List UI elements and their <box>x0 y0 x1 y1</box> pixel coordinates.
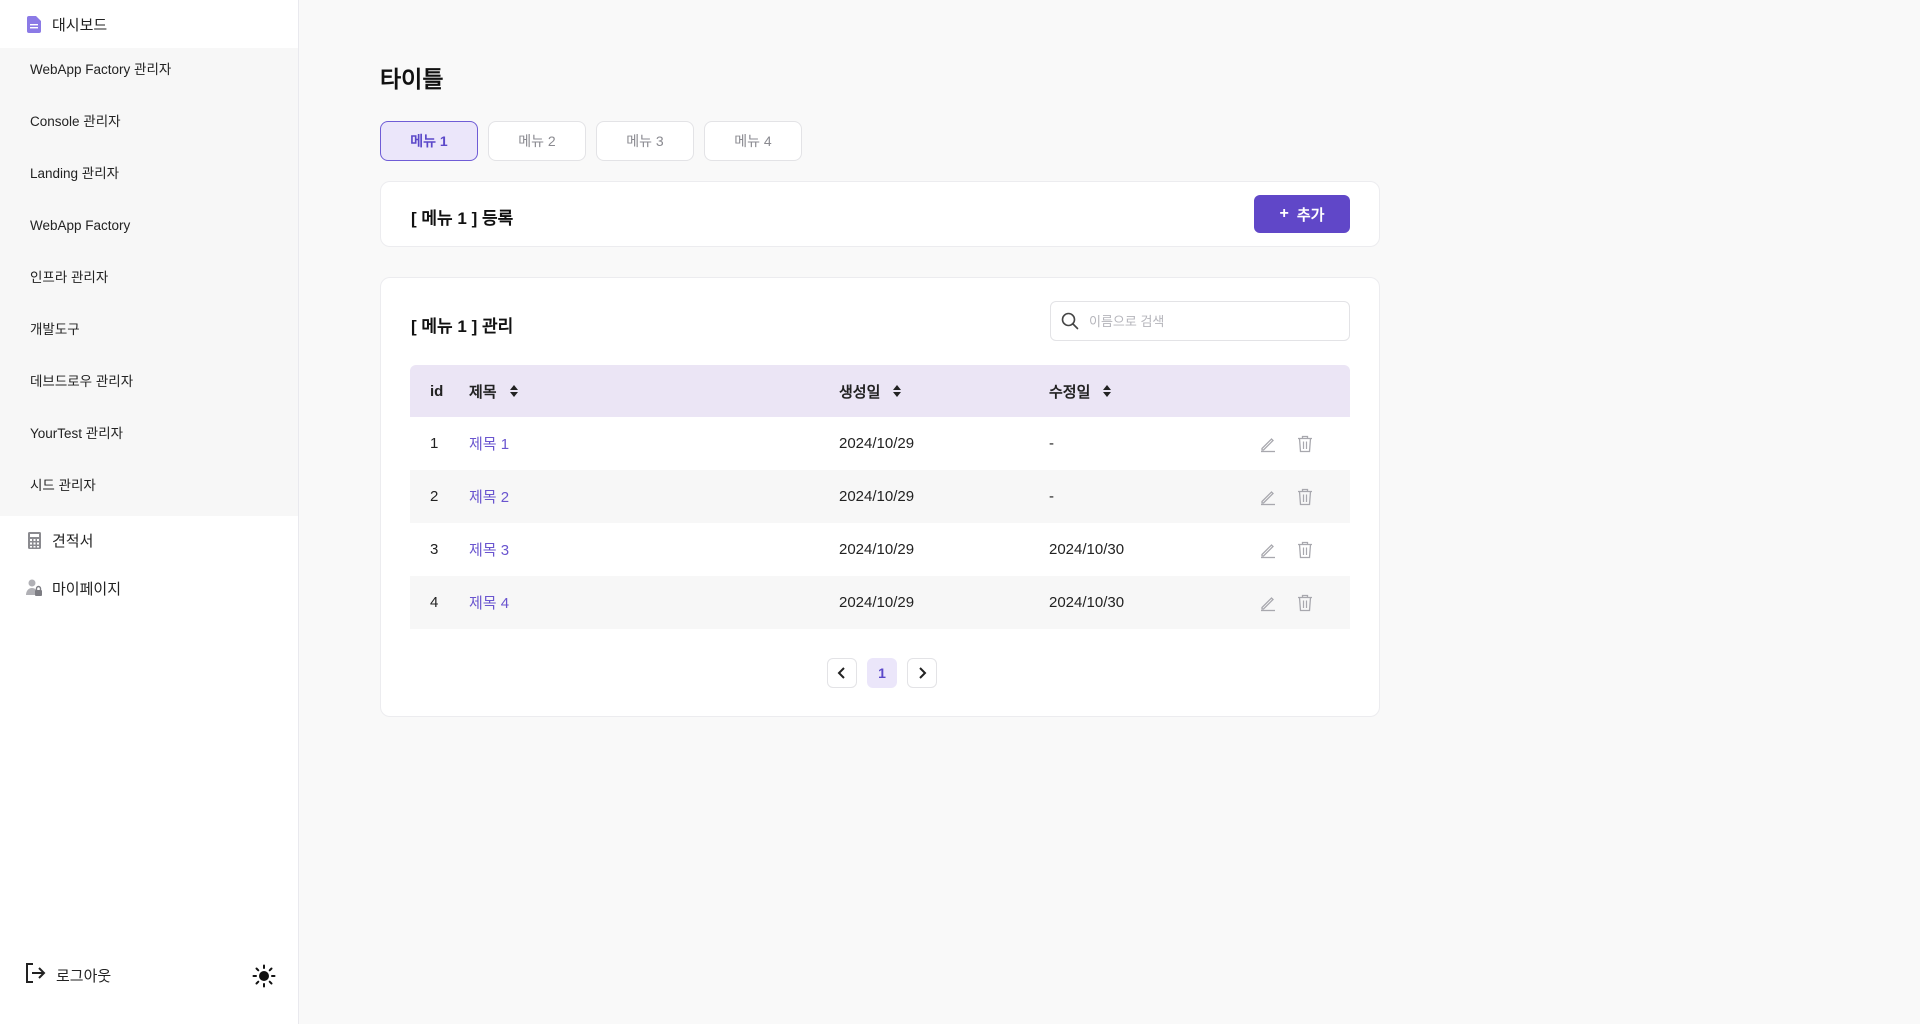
edit-icon[interactable] <box>1259 541 1277 559</box>
sort-icon[interactable] <box>1102 384 1112 398</box>
tab-menu-2[interactable]: 메뉴 2 <box>488 121 586 161</box>
sidebar-subitem-seed-admin[interactable]: 시드 관리자 <box>0 464 298 516</box>
column-header-id: id <box>430 382 444 400</box>
page-title: 타이틀 <box>380 66 444 92</box>
column-header-title[interactable]: 제목 <box>469 381 839 402</box>
table-header: id 제목 생성일 수정일 <box>410 365 1350 417</box>
document-icon <box>26 15 42 33</box>
column-header-label: 생성일 <box>839 383 881 401</box>
user-lock-icon <box>26 579 42 597</box>
data-table: id 제목 생성일 수정일 1 제목 1 2024/10/29 - 2 제목 2… <box>410 365 1350 629</box>
column-header-created[interactable]: 생성일 <box>839 381 1049 402</box>
next-page-button[interactable] <box>907 658 937 688</box>
tab-bar: 메뉴 1 메뉴 2 메뉴 3 메뉴 4 <box>380 121 802 161</box>
title-link[interactable]: 제목 4 <box>469 592 509 613</box>
sidebar-submenu: WebApp Factory 관리자 Console 관리자 Landing 관… <box>0 48 298 516</box>
sidebar-item-label: 견적서 <box>52 532 94 550</box>
sidebar: 대시보드 WebApp Factory 관리자 Console 관리자 Land… <box>0 0 299 1024</box>
manage-heading: [ 메뉴 1 ] 관리 <box>411 317 514 336</box>
cell-created: 2024/10/29 <box>839 488 915 505</box>
column-header-updated[interactable]: 수정일 <box>1049 381 1259 402</box>
sidebar-item-label: 대시보드 <box>52 16 108 34</box>
edit-icon[interactable] <box>1259 435 1277 453</box>
plus-icon: + <box>1279 205 1289 222</box>
sidebar-item-label: 마이페이지 <box>52 580 122 598</box>
edit-icon[interactable] <box>1259 594 1277 612</box>
chevron-right-icon <box>917 667 927 679</box>
page-button-current[interactable]: 1 <box>867 658 897 688</box>
pagination: 1 <box>827 658 937 688</box>
cell-updated: 2024/10/30 <box>1049 594 1125 611</box>
cell-created: 2024/10/29 <box>839 435 915 452</box>
cell-id: 1 <box>430 435 439 452</box>
logout-button[interactable]: 로그아웃 <box>24 962 111 989</box>
table-row: 4 제목 4 2024/10/29 2024/10/30 <box>410 576 1350 629</box>
add-button-label: 추가 <box>1296 206 1325 224</box>
logout-icon <box>24 962 46 989</box>
calculator-icon <box>26 531 42 549</box>
tab-menu-4[interactable]: 메뉴 4 <box>704 121 802 161</box>
trash-icon[interactable] <box>1297 594 1313 612</box>
prev-page-button[interactable] <box>827 658 857 688</box>
sidebar-subitem-webapp-factory[interactable]: WebApp Factory <box>0 204 298 256</box>
sidebar-subitem-devtools[interactable]: 개발도구 <box>0 308 298 360</box>
edit-icon[interactable] <box>1259 488 1277 506</box>
add-button[interactable]: + 추가 <box>1254 195 1350 233</box>
sort-icon[interactable] <box>509 384 519 398</box>
column-header-label: 제목 <box>469 383 497 401</box>
register-heading: [ 메뉴 1 ] 등록 <box>411 209 514 228</box>
table-row: 3 제목 3 2024/10/29 2024/10/30 <box>410 523 1350 576</box>
logout-label: 로그아웃 <box>56 968 112 985</box>
column-header-label: 수정일 <box>1049 383 1091 401</box>
cell-updated: - <box>1049 488 1054 505</box>
search-box <box>1050 301 1350 341</box>
cell-id: 3 <box>430 541 439 558</box>
table-row: 1 제목 1 2024/10/29 - <box>410 417 1350 470</box>
sidebar-item-mypage[interactable]: 마이페이지 <box>0 564 298 612</box>
search-icon <box>1061 312 1079 330</box>
cell-updated: 2024/10/30 <box>1049 541 1125 558</box>
manage-card: [ 메뉴 1 ] 관리 id 제목 생성일 수정일 1 제목 1 <box>380 277 1380 717</box>
trash-icon[interactable] <box>1297 541 1313 559</box>
title-link[interactable]: 제목 1 <box>469 433 509 454</box>
sidebar-item-dashboard[interactable]: 대시보드 <box>0 0 298 48</box>
sidebar-subitem-infra-admin[interactable]: 인프라 관리자 <box>0 256 298 308</box>
trash-icon[interactable] <box>1297 435 1313 453</box>
cell-id: 2 <box>430 488 439 505</box>
chevron-left-icon <box>837 667 847 679</box>
title-link[interactable]: 제목 2 <box>469 486 509 507</box>
tab-menu-1[interactable]: 메뉴 1 <box>380 121 478 161</box>
sidebar-subitem-console-admin[interactable]: Console 관리자 <box>0 100 298 152</box>
sidebar-subitem-devdraw-admin[interactable]: 데브드로우 관리자 <box>0 360 298 412</box>
cell-created: 2024/10/29 <box>839 594 915 611</box>
sidebar-item-estimate[interactable]: 견적서 <box>0 516 298 564</box>
title-link[interactable]: 제목 3 <box>469 539 509 560</box>
cell-updated: - <box>1049 435 1054 452</box>
sort-icon[interactable] <box>892 384 902 398</box>
sidebar-subitem-landing-admin[interactable]: Landing 관리자 <box>0 152 298 204</box>
trash-icon[interactable] <box>1297 488 1313 506</box>
sun-icon[interactable] <box>252 964 276 988</box>
table-row: 2 제목 2 2024/10/29 - <box>410 470 1350 523</box>
cell-created: 2024/10/29 <box>839 541 915 558</box>
tab-menu-3[interactable]: 메뉴 3 <box>596 121 694 161</box>
sidebar-subitem-webapp-factory-admin[interactable]: WebApp Factory 관리자 <box>0 48 298 100</box>
sidebar-subitem-yourtest-admin[interactable]: YourTest 관리자 <box>0 412 298 464</box>
search-input[interactable] <box>1089 313 1329 329</box>
sidebar-footer: 로그아웃 <box>24 962 276 989</box>
register-card: [ 메뉴 1 ] 등록 + 추가 <box>380 181 1380 247</box>
cell-id: 4 <box>430 594 439 611</box>
